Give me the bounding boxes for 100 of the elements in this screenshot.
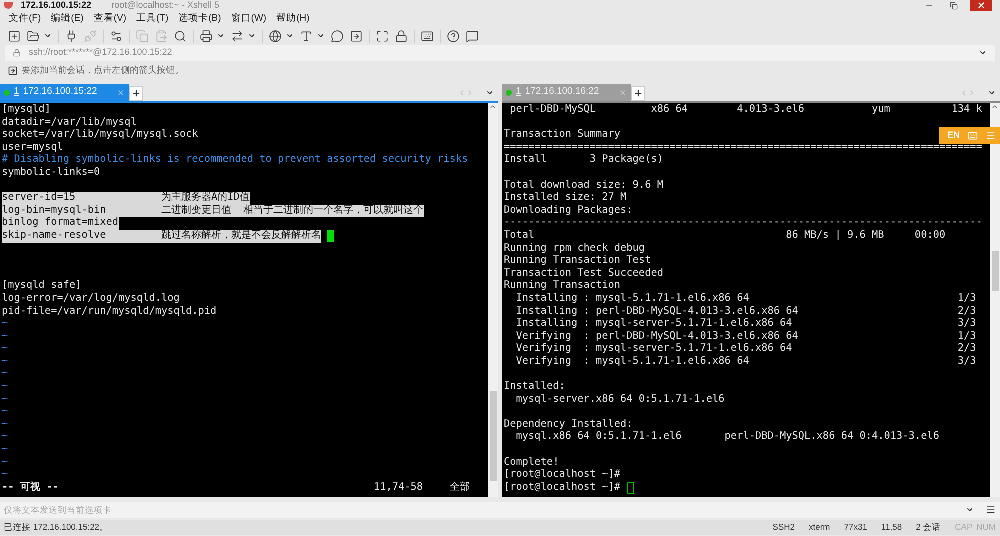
terminal-line: datadir=/var/lib/mysql [2,116,137,129]
editor-mode: -- 可视 -- [2,482,60,494]
close-button[interactable] [970,0,992,11]
scroll-up-icon[interactable] [489,103,497,111]
terminal-line: # Disabling symbolic-links is recommended to prevent assorted security risks [2,154,468,167]
window-title: 172.16.100.15:22 [21,0,92,11]
terminal-line: user=mysql [2,142,64,154]
terminal-line: Running Transaction [504,280,621,293]
caret-icon[interactable] [217,32,225,40]
lock-icon[interactable] [395,30,408,42]
new-session-icon[interactable] [8,30,21,42]
dropdown-icon[interactable] [979,49,987,57]
plug-icon[interactable] [65,30,78,42]
terminal-line: mysql.x86_64 0:5.1.71-1.el6 perl-DBD-MySQL.x86_64 0:4.013-3.el6 [515,431,940,444]
tab-label: 172.16.100.16:22 [525,85,600,100]
terminal-line: [root@localhost ~]# [504,482,621,494]
terminal-line: mysql-server.x86_64 0:5.1.71-1.el6 [515,394,725,406]
properties-icon[interactable] [110,30,123,42]
terminal-line: ~ [2,444,8,457]
search-icon[interactable] [174,30,187,42]
terminal-line: ~ [2,456,8,470]
menu-item[interactable]: 工具(T) [136,12,169,26]
terminal-line: pid-file=/var/run/mysqld/mysqld.pid [2,306,217,318]
file-scope: 全部 [450,482,470,494]
tab-list-icon[interactable] [988,89,996,97]
terminal-line: ~ [2,368,8,382]
terminal-line: Total 86 MB/s | 9.6 MB 00:00 [504,230,946,243]
menu-item[interactable]: 窗口(W) [231,12,267,26]
terminal-line: ~ [2,318,8,331]
caret-icon[interactable] [286,32,294,40]
terminal-line: socket=/var/lib/mysql/mysql.sock [2,129,198,142]
transfer-icon[interactable] [231,30,244,42]
scrollbar-thumb[interactable] [490,391,496,481]
terminal-line: Installing : perl-DBD-MySQL-4.013-3.el6.x86_64 2/3 [515,306,976,318]
status-item: xterm [809,521,830,534]
terminal-line: Installed size: 27 M [504,192,627,205]
menu-item[interactable]: 帮助(H) [276,12,310,26]
terminal-line: Verifying : mysql-5.1.71-1.el6.x86_64 3/3 [515,356,976,368]
status-item: 2 会话 [916,521,942,534]
session-tab[interactable]: 1 172.16.100.15:22 [0,84,130,101]
terminal-line: ~ [2,343,8,356]
terminal-line: ~ [2,469,8,482]
tab-label: 172.16.100.15:22 [23,85,98,100]
keyboard-icon[interactable] [421,30,434,42]
menu-item[interactable]: 文件(F) [9,12,42,26]
add-session-icon[interactable] [8,66,18,76]
new-tab-button[interactable] [631,86,646,101]
terminal-line: [mysqld] [2,104,52,117]
terminal-line: Verifying : mysql-server-5.1.71-1.el6.x86_64 2/3 [515,343,976,356]
terminal-line: Installed: [504,381,566,394]
connection-status: 已连接 172.16.100.15:22。 [4,521,110,534]
scrollbar-thumb[interactable] [992,251,998,291]
address-text: ssh://root:*******@172.16.100.15:22 [29,46,174,60]
menu-item[interactable]: 编辑(E) [51,12,84,26]
window-subtitle: root@localhost:~ - Xshell 5 [112,0,220,11]
cursor-position: 11,74-58 [374,482,424,494]
terminal-line: [root@localhost ~]# [504,469,621,482]
dropdown-icon[interactable] [966,506,974,514]
printer-icon[interactable] [200,30,213,42]
terminal-line: log-error=/var/log/mysqld.log [2,292,180,306]
caret-icon[interactable] [248,32,256,40]
terminal-line: Install 3 Package(s) [504,154,664,167]
terminal-line: ~ [2,330,8,344]
scrollbar[interactable] [488,103,498,497]
terminal-line: Complete! [504,456,560,469]
globe-icon[interactable] [269,30,282,42]
menu-icon [986,130,996,140]
scrollbar[interactable] [990,103,1000,497]
terminal-line: Installing : mysql-5.1.71-1.el6.x86_64 1/3 [515,292,976,306]
help-icon[interactable] [447,30,460,42]
terminal-line: [mysqld_safe] [2,280,82,293]
message-icon[interactable] [466,30,479,42]
status-item: 77x31 [844,521,868,534]
tab-number: 1 [14,85,20,100]
tab-number: 1 [516,85,522,100]
app-logo-icon [4,2,13,9]
folder-icon[interactable] [27,30,40,42]
ime-language: EN [947,128,960,142]
caret-icon[interactable] [44,32,52,40]
scroll-up-icon[interactable] [991,103,999,111]
menu-icon[interactable] [986,505,996,515]
chat-icon[interactable] [331,30,344,42]
plus-icon [132,89,141,98]
export-icon[interactable] [350,30,363,42]
plus-icon [634,89,643,98]
terminal-line: symbolic-links=0 [2,166,100,180]
restore-icon[interactable] [950,2,958,10]
menu-item[interactable]: 选项卡(B) [178,12,222,26]
close-icon [976,1,986,10]
hint-text: 要添加当前会话，点击左侧的箭头按钮。 [22,64,184,77]
fullscreen-icon[interactable] [376,30,389,42]
caret-icon[interactable] [317,32,325,40]
terminal-line: ~ [2,394,8,406]
terminal-line: ~ [2,406,8,419]
terminal-line: Total download size: 9.6 M [504,180,664,192]
tab-list-icon[interactable] [486,89,494,97]
menu-item[interactable]: 查看(V) [94,12,126,26]
terminal-line: ~ [2,431,8,444]
new-tab-button[interactable] [129,86,144,101]
font-icon[interactable] [300,30,313,42]
